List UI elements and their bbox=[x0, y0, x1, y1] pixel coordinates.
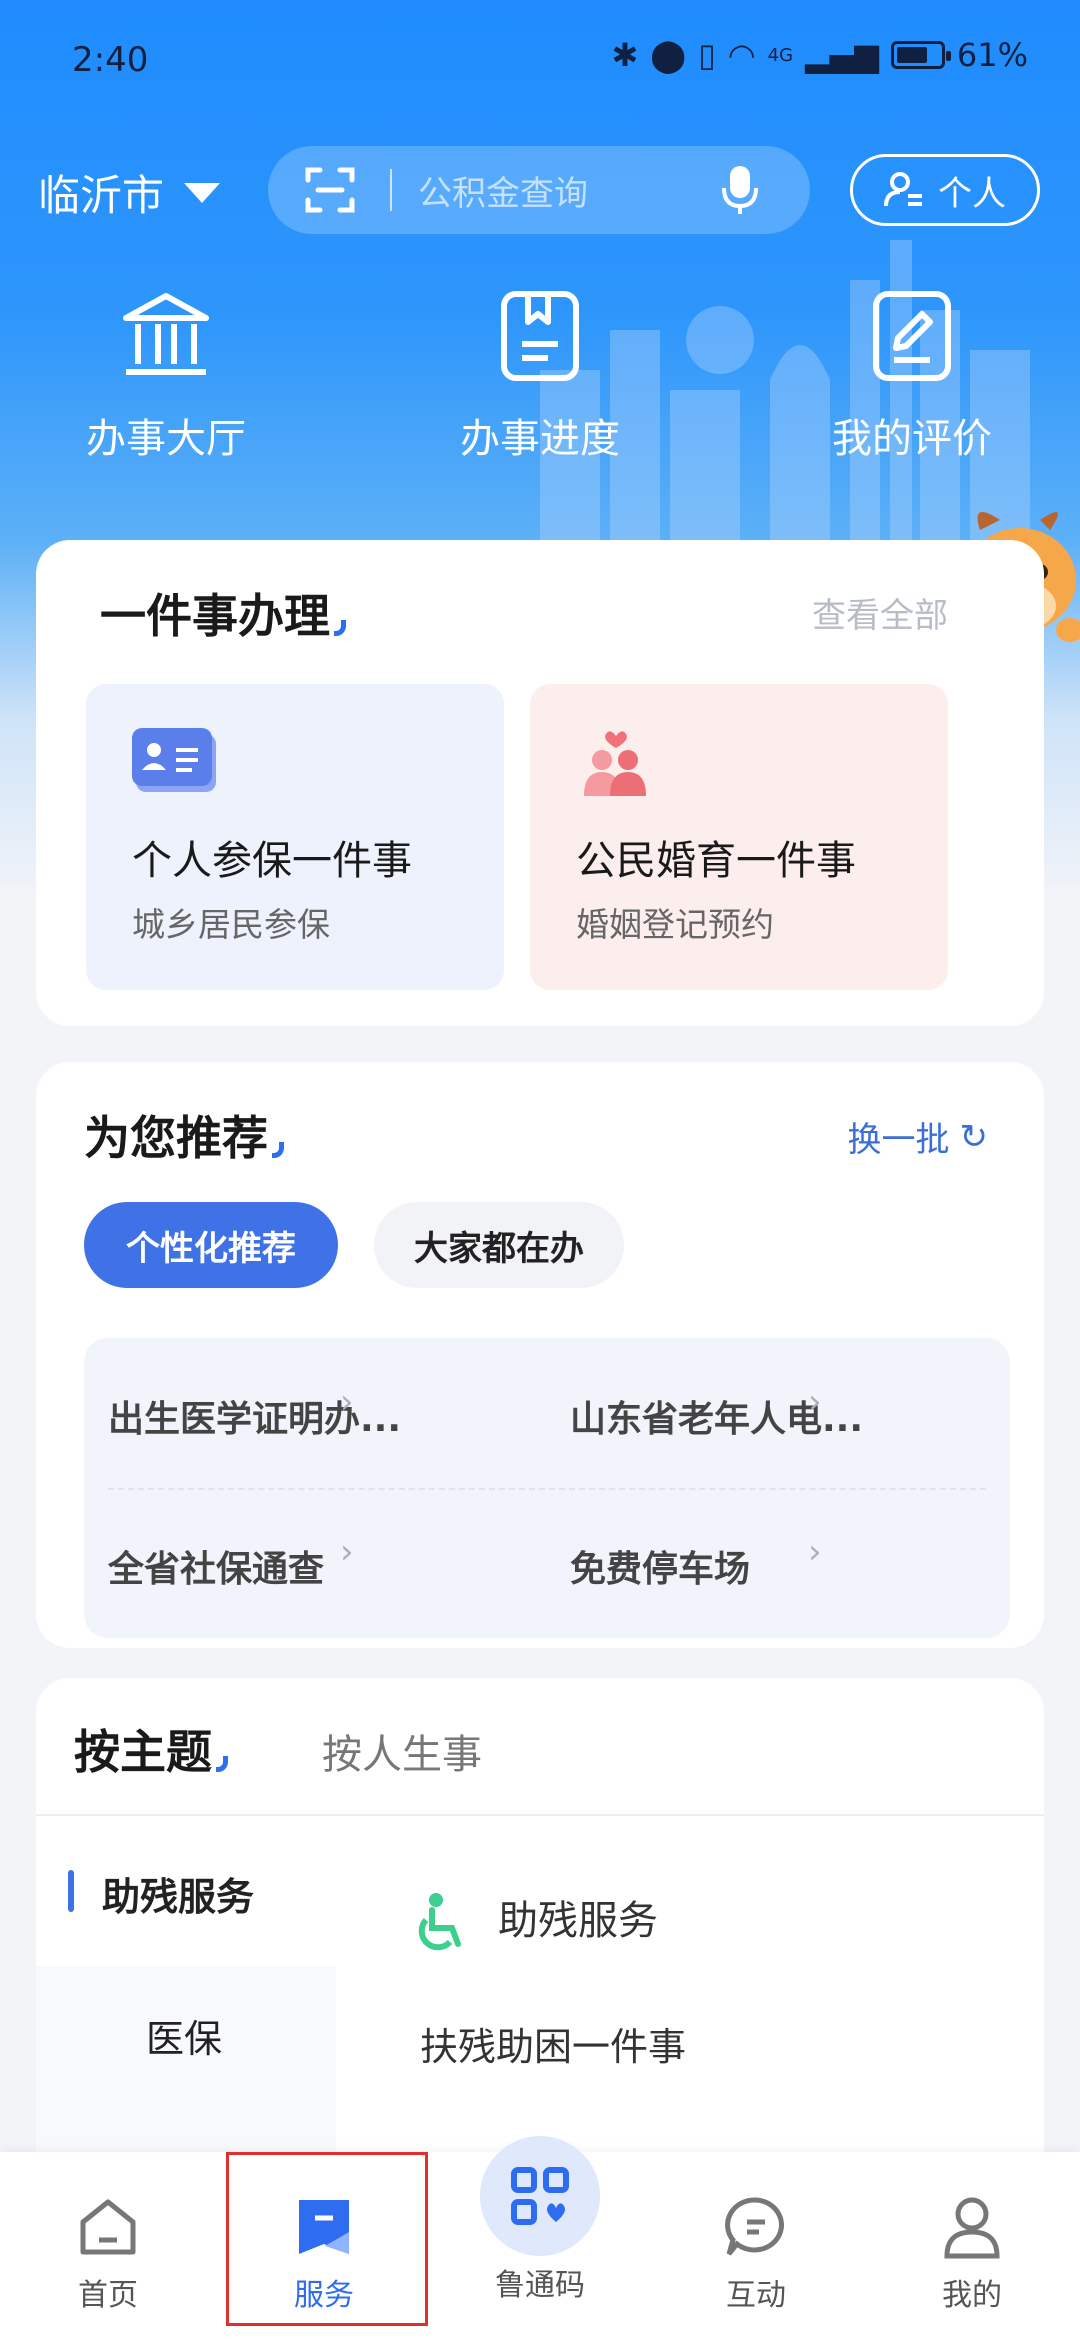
quick-action-progress[interactable]: 办事进度 bbox=[410, 288, 670, 464]
battery-icon bbox=[890, 41, 951, 69]
title-tick-icon bbox=[216, 1756, 228, 1772]
search-bar[interactable]: 公积金查询 bbox=[268, 146, 810, 234]
vibrate-icon: ▯ bbox=[698, 36, 716, 74]
event-subtitle: 婚姻登记预约 bbox=[576, 905, 774, 944]
recommend-item[interactable]: 全省社保通查 bbox=[108, 1540, 324, 1592]
search-divider bbox=[390, 169, 392, 211]
nav-home[interactable]: 首页 bbox=[38, 2192, 178, 2314]
event-card-marriage[interactable]: 公民婚育一件事 婚姻登记预约 bbox=[530, 684, 948, 990]
recommend-title: 为您推荐 bbox=[84, 1102, 284, 1168]
qr-grid-icon bbox=[511, 2167, 569, 2225]
content-item[interactable]: 扶残助困一件事 bbox=[420, 2016, 686, 2071]
theme-tabs: 按主题 按人生事 bbox=[36, 1678, 1044, 1816]
refresh-button[interactable]: 换一批 ↻ bbox=[848, 1112, 989, 1161]
city-label: 临沂市 bbox=[38, 171, 165, 220]
id-card-icon bbox=[132, 728, 216, 792]
recommend-item[interactable]: 出生医学证明办... bbox=[108, 1390, 401, 1442]
microphone-icon[interactable] bbox=[720, 164, 760, 216]
signal-icon: ▂▄▆ bbox=[805, 36, 879, 74]
personal-label: 个人 bbox=[938, 173, 1006, 214]
wifi-icon: ◠ bbox=[727, 36, 756, 74]
chip-popular[interactable]: 大家都在办 bbox=[374, 1202, 624, 1288]
scan-icon[interactable] bbox=[304, 164, 356, 216]
one-thing-title: 一件事办理 bbox=[100, 580, 346, 646]
search-input[interactable]: 公积金查询 bbox=[418, 166, 720, 215]
building-icon bbox=[123, 293, 209, 375]
nav-code[interactable]: 鲁通码 bbox=[470, 2260, 610, 2304]
refresh-label: 换一批 bbox=[847, 1120, 950, 1160]
bluetooth-icon: ✱ bbox=[611, 36, 639, 74]
wheelchair-icon bbox=[418, 1893, 461, 1951]
recommend-card: 为您推荐 换一批 ↻ 个性化推荐 大家都在办 出生医学证明办... › 山东省老… bbox=[36, 1062, 1044, 1648]
user-icon bbox=[944, 2197, 1000, 2259]
personal-button[interactable]: 个人 bbox=[850, 154, 1040, 226]
event-card-insurance[interactable]: 个人参保一件事 城乡居民参保 bbox=[86, 684, 504, 990]
location-icon: ⬤ bbox=[650, 36, 687, 74]
quick-action-label: 我的评价 bbox=[832, 416, 992, 462]
quick-action-review[interactable]: 我的评价 bbox=[782, 288, 1042, 464]
list-divider bbox=[108, 1488, 986, 1490]
network-type: 4G bbox=[767, 44, 794, 66]
user-switch-icon bbox=[884, 172, 922, 207]
chevron-right-icon: › bbox=[808, 1532, 822, 1572]
status-time: 2:40 bbox=[72, 40, 149, 80]
chevron-right-icon: › bbox=[340, 1382, 354, 1422]
chat-icon bbox=[725, 2197, 784, 2256]
nav-interact[interactable]: 互动 bbox=[686, 2192, 826, 2314]
quick-action-label: 办事大厅 bbox=[86, 416, 246, 462]
edit-doc-icon bbox=[873, 291, 951, 381]
content-heading: 助残服务 bbox=[498, 1898, 658, 1944]
event-subtitle: 城乡居民参保 bbox=[132, 905, 330, 944]
city-selector[interactable]: 临沂市 bbox=[38, 162, 221, 223]
tab-by-theme[interactable]: 按主题 bbox=[74, 1716, 228, 1782]
one-thing-card: 一件事办理 查看全部 个人参保一件事 城乡居民参保 公民婚育一件事 婚姻登记预约 bbox=[36, 540, 1044, 1026]
side-item-disability[interactable]: 助残服务 bbox=[36, 1866, 336, 1921]
recommend-item[interactable]: 免费停车场 bbox=[570, 1540, 750, 1592]
quick-action-hall[interactable]: 办事大厅 bbox=[36, 288, 296, 464]
view-all-link[interactable]: 查看全部 bbox=[812, 588, 948, 637]
lutong-code-button[interactable] bbox=[480, 2136, 600, 2256]
battery-level: 61% bbox=[956, 36, 1028, 74]
status-bar: 2:40 ✱ ⬤ ▯ ◠ 4G ▂▄▆ 61% bbox=[0, 30, 1080, 94]
chevron-right-icon: › bbox=[340, 1532, 354, 1572]
annotation-highlight-box bbox=[226, 2152, 428, 2326]
refresh-icon: ↻ bbox=[959, 1116, 989, 1157]
event-title: 公民婚育一件事 bbox=[576, 838, 856, 884]
chip-personalized[interactable]: 个性化推荐 bbox=[84, 1202, 338, 1288]
caret-down-icon bbox=[184, 182, 221, 203]
event-title: 个人参保一件事 bbox=[132, 838, 412, 884]
side-item-medical-insurance[interactable]: 医保 bbox=[36, 2008, 336, 2063]
home-icon bbox=[80, 2199, 136, 2255]
bookmark-doc-icon bbox=[501, 291, 579, 381]
quick-action-label: 办事进度 bbox=[460, 416, 620, 462]
recommend-list: 出生医学证明办... › 山东省老年人电... › 全省社保通查 › 免费停车场… bbox=[84, 1338, 1010, 1638]
couple-icon bbox=[584, 731, 646, 796]
tab-by-life-event[interactable]: 按人生事 bbox=[322, 1722, 482, 1780]
nav-mine[interactable]: 我的 bbox=[902, 2192, 1042, 2314]
chevron-right-icon: › bbox=[808, 1382, 822, 1422]
title-tick-icon bbox=[272, 1142, 284, 1158]
title-tick-icon bbox=[334, 620, 346, 636]
